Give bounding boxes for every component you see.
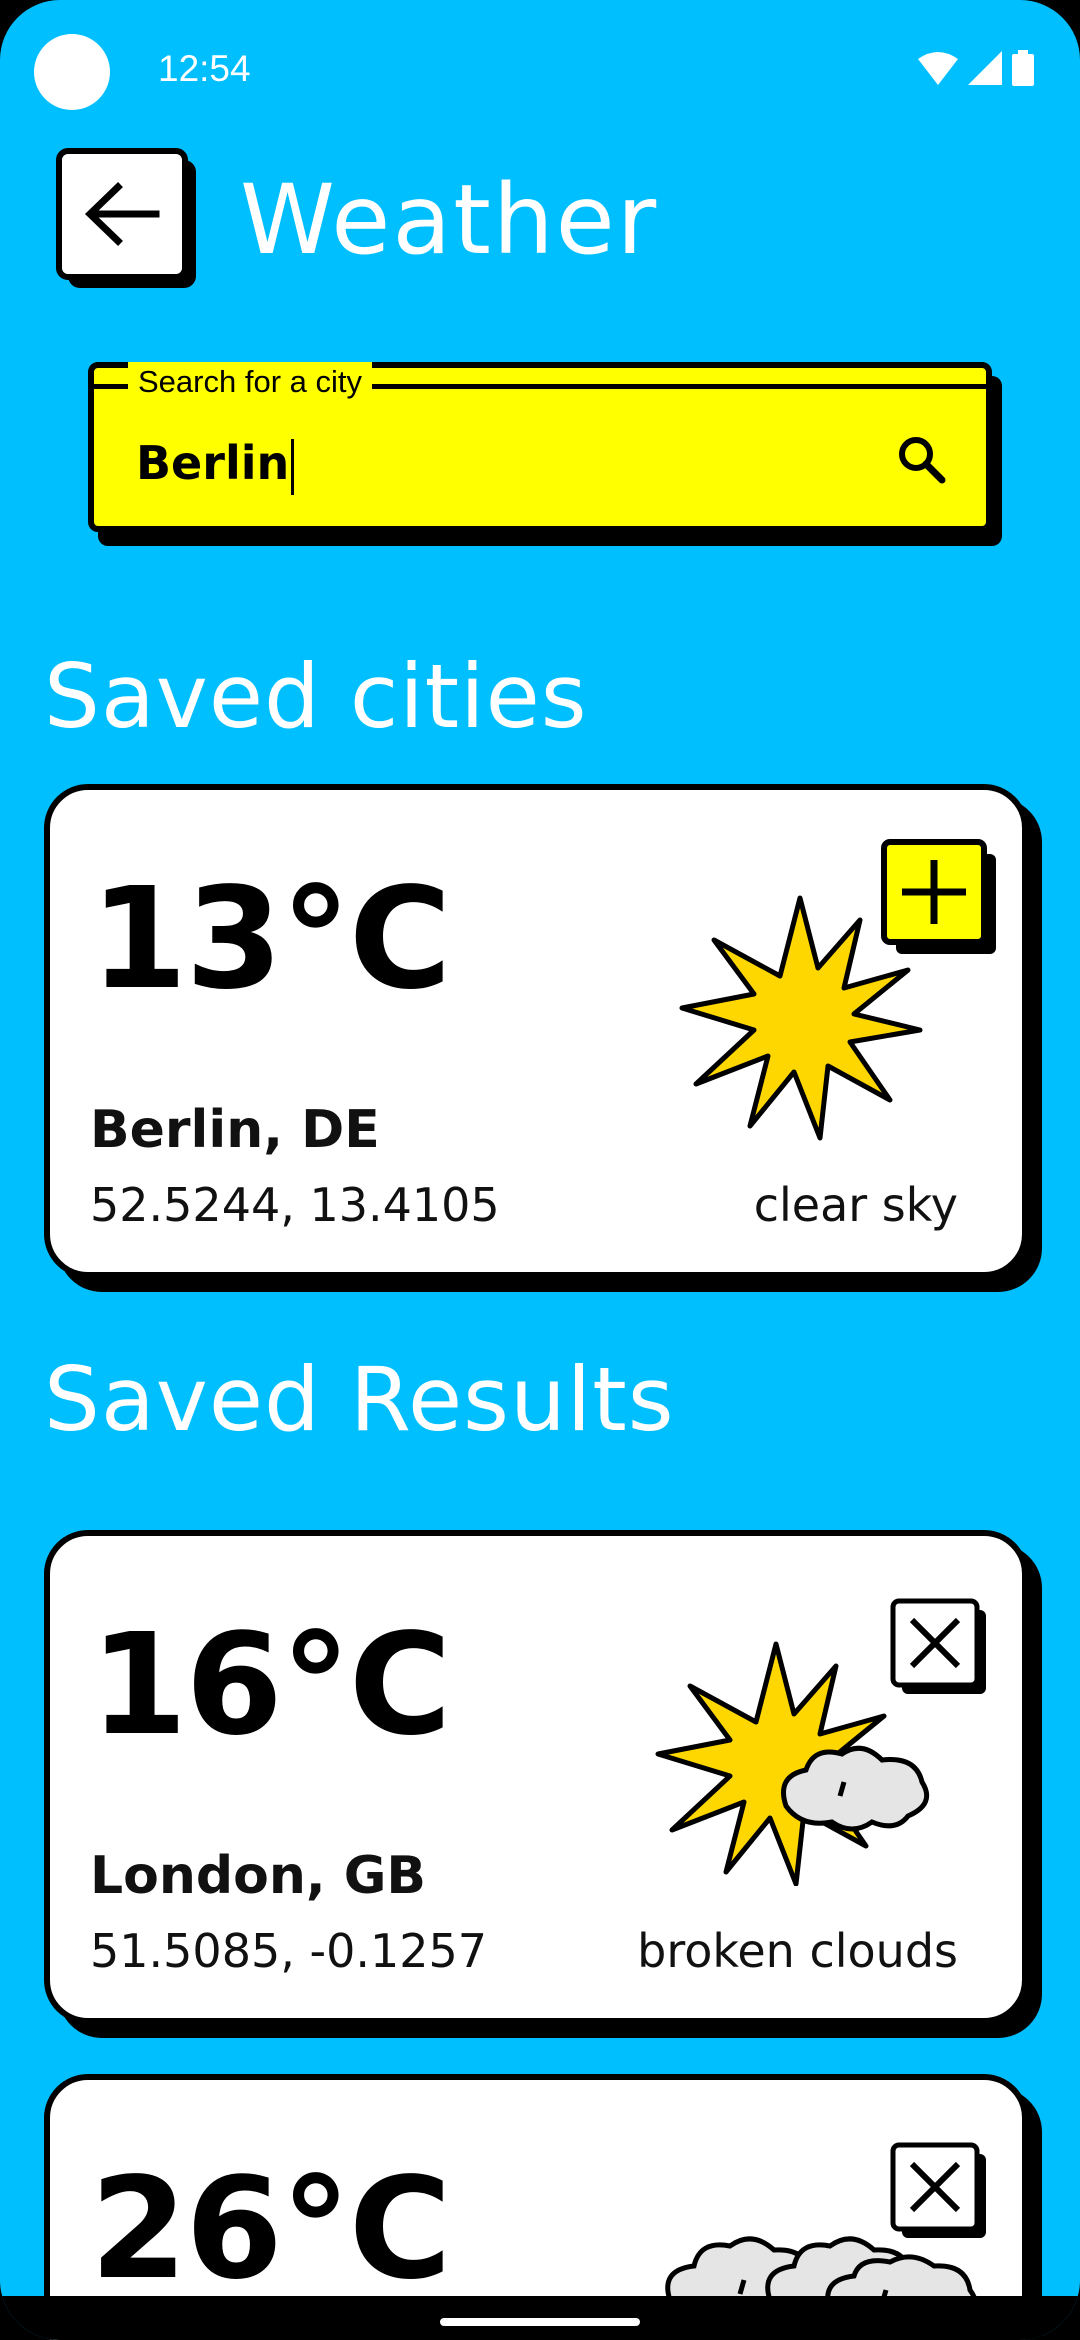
plus-icon: [881, 839, 996, 954]
battery-icon: [1012, 50, 1034, 86]
status-time: 12:54: [158, 48, 251, 89]
navigation-bar: [0, 2296, 1080, 2340]
city-name: Berlin, DE: [90, 1100, 380, 1160]
temperature: 16°C: [90, 1604, 452, 1767]
weather-description: broken clouds: [637, 1924, 958, 1978]
remove-result-button[interactable]: [890, 2142, 990, 2242]
search-label: Search for a city: [128, 362, 372, 402]
search-input-value: Berlin: [136, 436, 290, 490]
temperature: 26°C: [90, 2148, 452, 2311]
close-icon: [890, 1598, 986, 1694]
coordinates: 52.5244, 13.4105: [90, 1178, 500, 1232]
saved-results-heading: Saved Results: [44, 1348, 675, 1451]
search-button[interactable]: [892, 430, 952, 490]
saved-cities-heading: Saved cities: [44, 645, 588, 748]
text-caret: [291, 438, 295, 495]
arrow-left-icon: [84, 182, 160, 246]
home-indicator[interactable]: [440, 2318, 640, 2326]
search-input[interactable]: Berlin: [136, 436, 295, 495]
add-city-button[interactable]: [880, 838, 996, 954]
search-field[interactable]: Search for a city Berlin: [88, 362, 992, 532]
wifi-icon: [918, 52, 958, 85]
weather-description: clear sky: [753, 1178, 958, 1232]
remove-result-button[interactable]: [890, 1598, 990, 1698]
close-icon: [890, 2142, 986, 2238]
page-title: Weather: [240, 164, 659, 276]
back-button[interactable]: [56, 148, 188, 280]
city-name: London, GB: [90, 1846, 427, 1906]
camera-cutout: [34, 34, 110, 110]
coordinates: 51.5085, -0.1257: [90, 1924, 488, 1978]
saved-result-card[interactable]: 16°C London, GB 51.5085, -0.1257 broken …: [44, 1530, 1028, 2024]
search-icon: [899, 437, 946, 484]
temperature: 13°C: [90, 858, 452, 1021]
saved-city-card[interactable]: 13°C Berlin, DE 52.5244, 13.4105 clear s…: [44, 784, 1028, 1278]
app-screen: 12:54 Weather Search for a city Berlin S…: [0, 0, 1080, 2340]
signal-icon: [968, 51, 1002, 85]
status-icons: [918, 50, 1034, 86]
